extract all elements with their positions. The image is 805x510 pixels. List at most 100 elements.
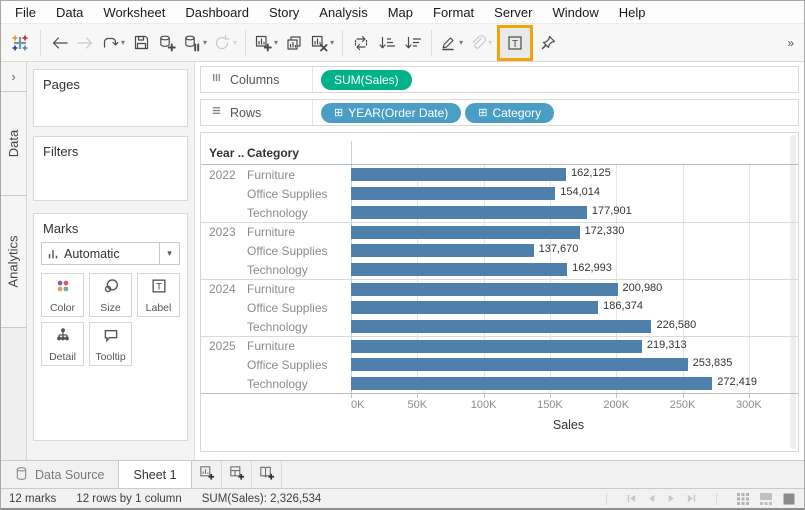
fix-axes-button[interactable] bbox=[535, 29, 561, 57]
highlight-button[interactable]: ▾ bbox=[437, 29, 466, 57]
pause-auto-updates-dropdown-caret[interactable]: ▾ bbox=[203, 38, 207, 47]
menu-server[interactable]: Server bbox=[484, 1, 542, 24]
plot-cell: 177,901 bbox=[351, 203, 786, 222]
year-row-header[interactable]: 2022 bbox=[201, 168, 247, 182]
redo-button[interactable] bbox=[72, 29, 98, 57]
category-row-header[interactable]: Furniture bbox=[247, 339, 351, 353]
bar-mark[interactable] bbox=[351, 301, 598, 314]
new-worksheet-dropdown-caret[interactable]: ▾ bbox=[274, 38, 278, 47]
show-me-grid-icon[interactable] bbox=[736, 492, 750, 506]
size-button[interactable]: Size bbox=[89, 273, 132, 317]
swap-rows-columns-button[interactable] bbox=[348, 29, 374, 57]
expand-icon[interactable]: ⊞ bbox=[478, 106, 487, 119]
tab-sheet-1[interactable]: Sheet 1 bbox=[118, 461, 191, 488]
tooltip-button[interactable]: Tooltip bbox=[89, 322, 132, 366]
sort-ascending-button[interactable] bbox=[374, 29, 400, 57]
year-row-header[interactable]: 2024 bbox=[201, 282, 247, 296]
menu-format[interactable]: Format bbox=[423, 1, 484, 24]
sort-descending-button[interactable] bbox=[400, 29, 426, 57]
last-page-button[interactable] bbox=[686, 493, 697, 504]
menu-file[interactable]: File bbox=[5, 1, 46, 24]
category-row-header[interactable]: Office Supplies bbox=[247, 187, 351, 201]
expand-pane-button[interactable]: › bbox=[1, 62, 26, 92]
tab-data-source[interactable]: Data Source bbox=[1, 461, 118, 488]
bar-mark[interactable] bbox=[351, 340, 642, 353]
category-column-header[interactable]: Category bbox=[247, 146, 351, 160]
bar-mark[interactable] bbox=[351, 263, 567, 276]
category-row-header[interactable]: Technology bbox=[247, 320, 351, 334]
rows-shelf[interactable]: Rows ⊞ YEAR(Order Date) ⊞ Category bbox=[200, 99, 799, 126]
expand-icon[interactable]: ⊞ bbox=[334, 106, 343, 119]
year-row-header[interactable]: 2025 bbox=[201, 339, 247, 353]
bar-mark[interactable] bbox=[351, 244, 534, 257]
new-worksheet-button[interactable]: ▾ bbox=[251, 29, 281, 57]
undo-button[interactable] bbox=[46, 29, 72, 57]
detail-button[interactable]: Detail bbox=[41, 322, 84, 366]
category-row-header[interactable]: Furniture bbox=[247, 282, 351, 296]
show-mark-labels-button[interactable]: T bbox=[502, 29, 528, 57]
menu-dashboard[interactable]: Dashboard bbox=[175, 1, 259, 24]
bar-mark[interactable] bbox=[351, 206, 587, 219]
mark-label: 154,014 bbox=[560, 186, 600, 198]
bar-mark[interactable] bbox=[351, 377, 712, 390]
new-worksheet-button[interactable] bbox=[192, 461, 222, 488]
pill-year-order-date[interactable]: ⊞ YEAR(Order Date) bbox=[321, 103, 461, 123]
filmstrip-view-icon[interactable] bbox=[759, 492, 773, 506]
run-auto-updates-dropdown-caret[interactable]: ▾ bbox=[233, 38, 237, 47]
bar-mark[interactable] bbox=[351, 358, 688, 371]
pill-sum-sales[interactable]: SUM(Sales) bbox=[321, 70, 412, 90]
year-row-header[interactable]: 2023 bbox=[201, 225, 247, 239]
tab-analytics[interactable]: Analytics bbox=[1, 196, 26, 328]
category-row-header[interactable]: Technology bbox=[247, 377, 351, 391]
x-axis[interactable]: 0K50K100K150K200K250K300K bbox=[351, 394, 786, 416]
bar-mark[interactable] bbox=[351, 320, 651, 333]
toolbar-overflow-button[interactable]: » bbox=[783, 36, 798, 50]
menu-story[interactable]: Story bbox=[259, 1, 309, 24]
presentation-mode-icon[interactable] bbox=[782, 492, 796, 506]
run-auto-updates-button[interactable]: ▾ bbox=[210, 29, 240, 57]
first-page-button[interactable] bbox=[626, 493, 637, 504]
bar-mark[interactable] bbox=[351, 168, 566, 181]
category-row-header[interactable]: Furniture bbox=[247, 225, 351, 239]
bar-mark[interactable] bbox=[351, 226, 580, 239]
clear-sheet-button[interactable]: ▾ bbox=[307, 29, 337, 57]
replay-button[interactable]: ▾ bbox=[98, 29, 128, 57]
menu-data[interactable]: Data bbox=[46, 1, 93, 24]
category-row-header[interactable]: Technology bbox=[247, 206, 351, 220]
menu-help[interactable]: Help bbox=[609, 1, 656, 24]
category-row-header[interactable]: Technology bbox=[247, 263, 351, 277]
new-data-source-button[interactable] bbox=[154, 29, 180, 57]
save-button[interactable] bbox=[128, 29, 154, 57]
menu-window[interactable]: Window bbox=[542, 1, 608, 24]
new-story-button[interactable] bbox=[252, 461, 282, 488]
replay-dropdown-caret[interactable]: ▾ bbox=[121, 38, 125, 47]
bar-mark[interactable] bbox=[351, 187, 555, 200]
mark-type-dropdown[interactable]: Automatic ▾ bbox=[41, 242, 180, 265]
category-row-header[interactable]: Office Supplies bbox=[247, 301, 351, 315]
category-row-header[interactable]: Office Supplies bbox=[247, 244, 351, 258]
chart-row: Technology272,419 bbox=[201, 374, 798, 393]
next-page-button[interactable] bbox=[666, 493, 677, 504]
duplicate-sheet-button[interactable] bbox=[281, 29, 307, 57]
filters-shelf[interactable]: Filters bbox=[33, 136, 188, 201]
label-button[interactable]: T Label bbox=[137, 273, 180, 317]
year-column-header[interactable]: Year .. bbox=[201, 146, 247, 160]
group-members-button[interactable]: ▾ bbox=[466, 29, 495, 57]
group-members-dropdown-caret[interactable]: ▾ bbox=[488, 38, 492, 47]
pause-auto-updates-button[interactable]: ▾ bbox=[180, 29, 210, 57]
highlight-dropdown-caret[interactable]: ▾ bbox=[459, 38, 463, 47]
bar-mark[interactable] bbox=[351, 283, 618, 296]
pill-category[interactable]: ⊞ Category bbox=[465, 103, 554, 123]
category-row-header[interactable]: Furniture bbox=[247, 168, 351, 182]
clear-sheet-dropdown-caret[interactable]: ▾ bbox=[330, 38, 334, 47]
menu-worksheet[interactable]: Worksheet bbox=[93, 1, 175, 24]
category-row-header[interactable]: Office Supplies bbox=[247, 358, 351, 372]
tab-data[interactable]: Data bbox=[1, 92, 26, 196]
previous-page-button[interactable] bbox=[646, 493, 657, 504]
color-button[interactable]: Color bbox=[41, 273, 84, 317]
new-dashboard-button[interactable] bbox=[222, 461, 252, 488]
menu-analysis[interactable]: Analysis bbox=[309, 1, 377, 24]
columns-shelf[interactable]: Columns SUM(Sales) bbox=[200, 66, 799, 93]
pages-shelf[interactable]: Pages bbox=[33, 69, 188, 127]
menu-map[interactable]: Map bbox=[378, 1, 423, 24]
